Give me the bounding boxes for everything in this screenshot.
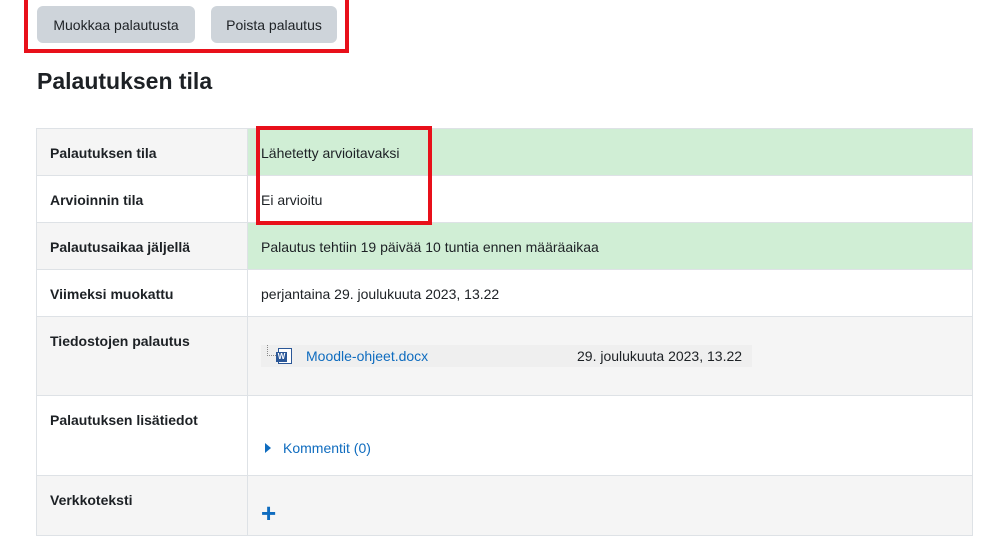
comments-toggle[interactable]: Kommentit (0) xyxy=(261,440,972,456)
table-row: Arvioinnin tila Ei arvioitu xyxy=(36,175,973,223)
submission-status-table: Palautuksen tila Lähetetty arvioitavaksi… xyxy=(36,128,973,536)
table-row: Palautuksen tila Lähetetty arvioitavaksi xyxy=(36,128,973,176)
word-doc-icon: W xyxy=(276,348,292,364)
table-row: Palautuksen lisätiedot Kommentit (0) xyxy=(36,395,973,476)
online-text-cell: + xyxy=(247,475,973,536)
row-label: Tiedostojen palautus xyxy=(36,316,248,396)
file-date: 29. joulukuuta 2023, 13.22 xyxy=(577,348,743,364)
row-label: Viimeksi muokattu xyxy=(36,269,248,317)
comments-link[interactable]: Kommentit (0) xyxy=(283,440,371,456)
file-submissions-cell: W Moodle-ohjeet.docx 29. joulukuuta 2023… xyxy=(247,316,973,396)
file-link[interactable]: Moodle-ohjeet.docx xyxy=(306,348,577,364)
submission-comments-cell: Kommentit (0) xyxy=(247,395,973,476)
caret-right-icon xyxy=(265,443,271,453)
page-title: Palautuksen tila xyxy=(37,68,213,94)
row-label: Verkkoteksti xyxy=(36,475,248,536)
table-row: Palautusaikaa jäljellä Palautus tehtiin … xyxy=(36,222,973,270)
row-label: Palautuksen tila xyxy=(36,128,248,176)
row-label: Arvioinnin tila xyxy=(36,175,248,223)
row-label: Palautuksen lisätiedot xyxy=(36,395,248,476)
plus-icon[interactable]: + xyxy=(261,500,972,526)
file-entry: W Moodle-ohjeet.docx 29. joulukuuta 2023… xyxy=(261,345,752,367)
edit-submission-button[interactable]: Muokkaa palautusta xyxy=(37,6,195,43)
remove-submission-button[interactable]: Poista palautus xyxy=(211,6,337,43)
row-label: Palautusaikaa jäljellä xyxy=(36,222,248,270)
highlight-frame-status xyxy=(256,126,432,225)
table-row: Tiedostojen palautus W Moodle-ohjeet.doc… xyxy=(36,316,973,396)
last-modified-value: perjantaina 29. joulukuuta 2023, 13.22 xyxy=(247,269,973,317)
time-remaining-value: Palautus tehtiin 19 päivää 10 tuntia enn… xyxy=(247,222,973,270)
tree-connector xyxy=(267,345,276,356)
table-row: Viimeksi muokattu perjantaina 29. jouluk… xyxy=(36,269,973,317)
table-row: Verkkoteksti + xyxy=(36,475,973,536)
